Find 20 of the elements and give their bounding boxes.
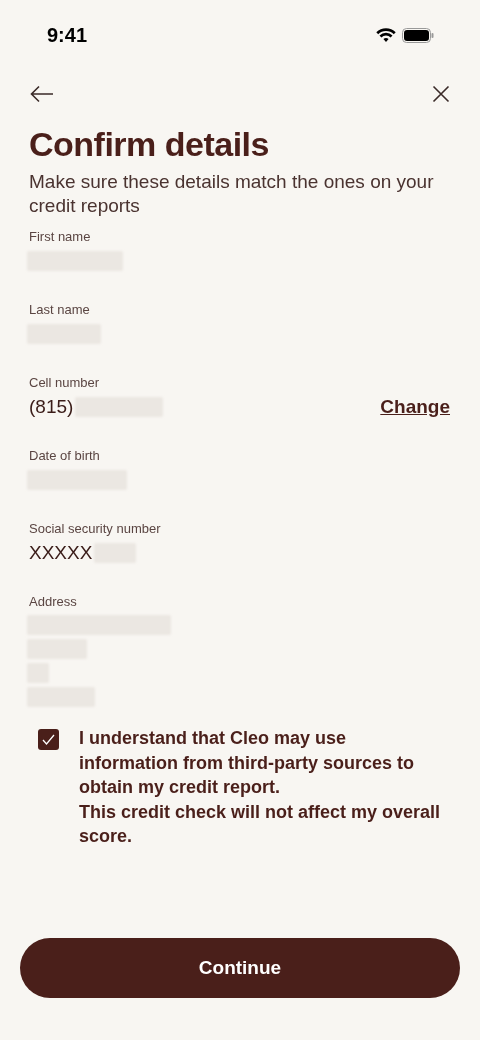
back-arrow-icon[interactable]: [30, 85, 54, 103]
subtitle: Make sure these details match the ones on your credit reports: [28, 170, 435, 218]
check-icon: [42, 734, 55, 745]
field-value: XXXXX: [29, 542, 93, 564]
field-label: Address: [29, 593, 78, 611]
field-label: Cell number: [29, 374, 101, 392]
consent-checkbox[interactable]: [38, 729, 59, 750]
battery-icon: [402, 27, 434, 43]
close-icon[interactable]: [432, 85, 450, 103]
field-value: (815): [29, 396, 74, 418]
field-label: Date of birth: [29, 447, 101, 465]
page-title: Confirm details: [28, 124, 270, 165]
consent-text: I understand that Cleo may use information from third-party sources to obtain my credit report. This credit check will not affect my overall score.: [79, 727, 442, 848]
change-link[interactable]: Change: [380, 392, 451, 422]
field-label: Social security number: [29, 520, 162, 538]
field-label: First name: [29, 228, 92, 246]
wifi-icon: [376, 27, 396, 43]
field-label: Last name: [29, 301, 91, 319]
status-time: 9:41: [47, 23, 88, 48]
continue-button[interactable]: Continue: [20, 938, 460, 998]
